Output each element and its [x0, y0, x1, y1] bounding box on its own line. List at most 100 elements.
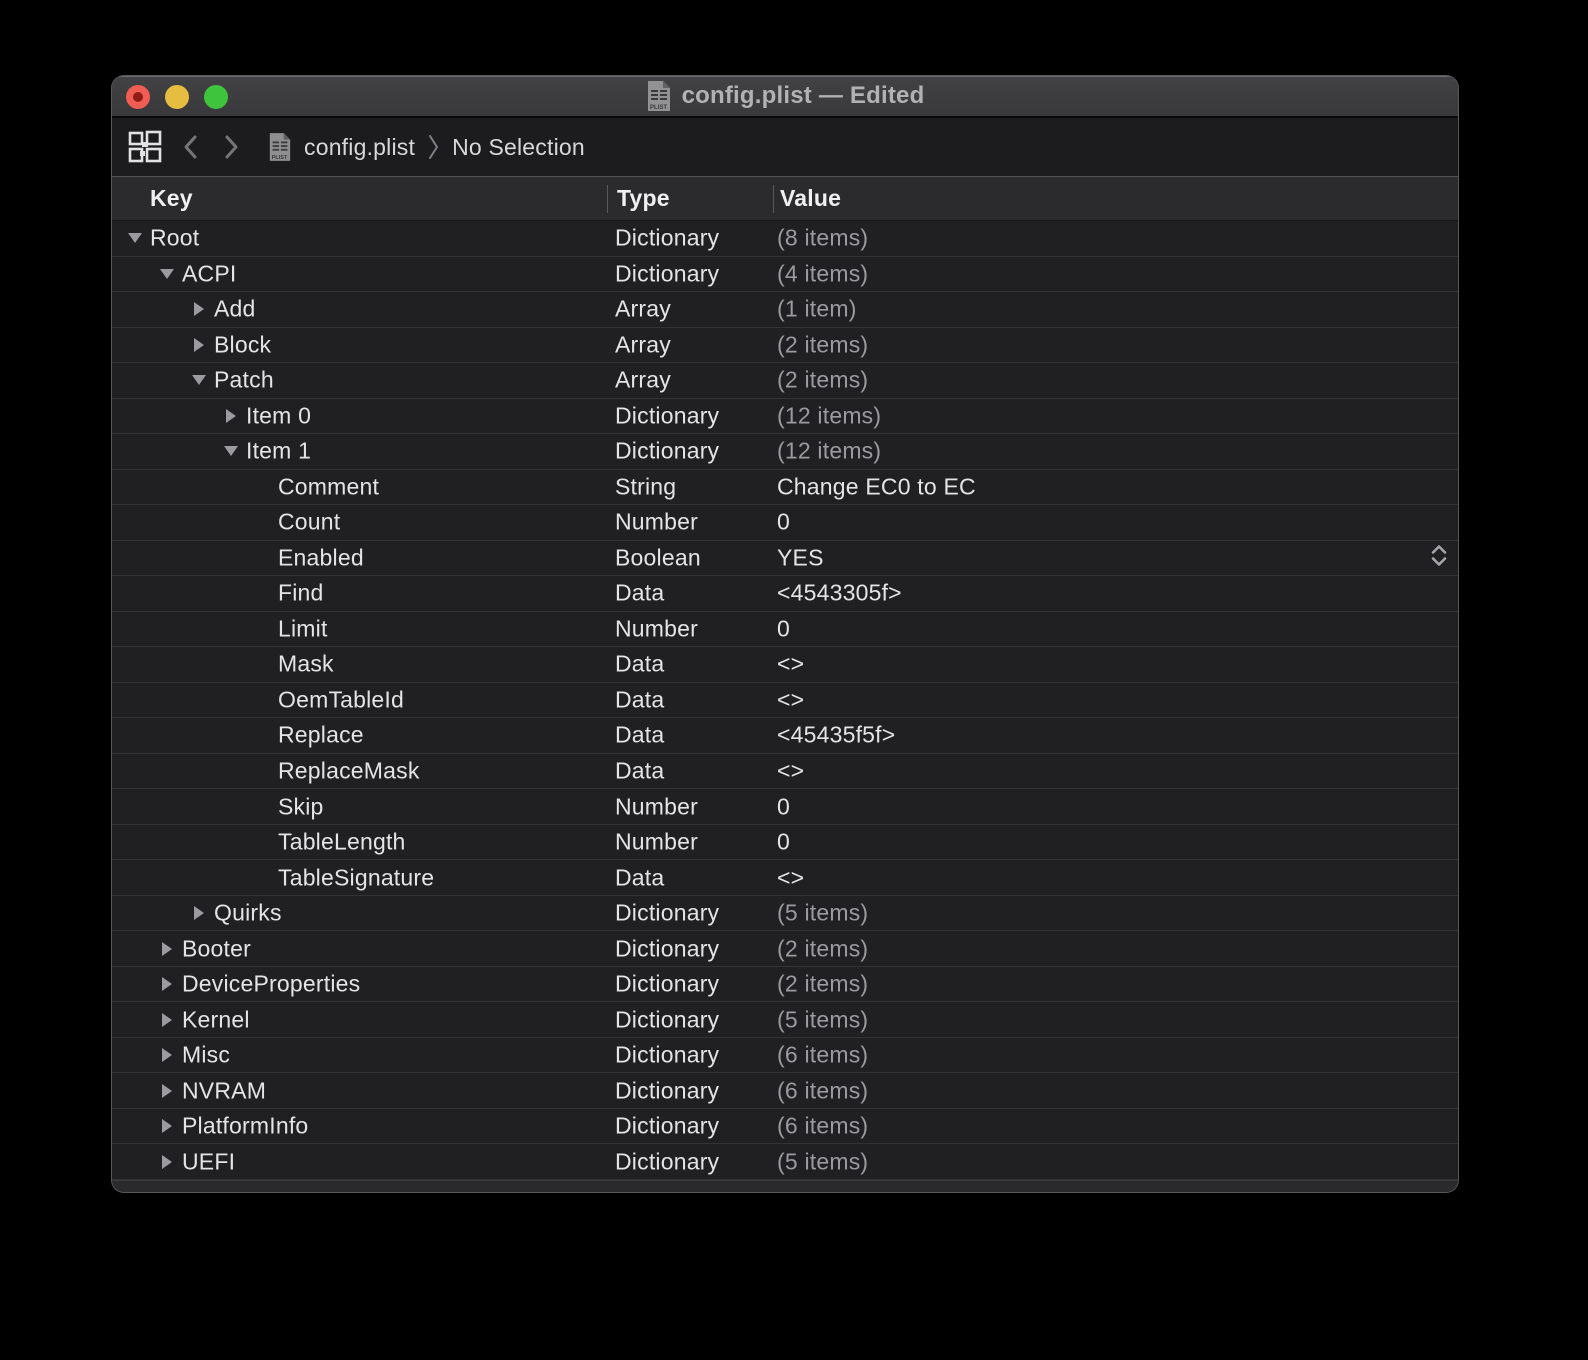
- table-row[interactable]: DevicePropertiesDictionary(2 items): [112, 967, 1458, 1003]
- svg-text:PLIST: PLIST: [650, 105, 667, 111]
- column-divider[interactable]: [773, 185, 774, 213]
- row-type: Data: [615, 757, 664, 784]
- back-button[interactable]: [174, 133, 208, 161]
- table-row[interactable]: CountNumber0: [112, 505, 1458, 541]
- forward-button[interactable]: [214, 133, 248, 161]
- row-key: Mask: [278, 651, 334, 678]
- chevron-right-icon: [221, 133, 241, 161]
- row-type: Dictionary: [615, 225, 719, 252]
- row-key: Block: [214, 331, 271, 358]
- row-value: (12 items): [777, 438, 881, 465]
- disclosure-triangle-closed[interactable]: [192, 338, 206, 352]
- row-value: (2 items): [777, 367, 868, 394]
- disclosure-triangle-closed[interactable]: [160, 1048, 174, 1062]
- table-header: Key Type Value: [112, 176, 1458, 221]
- row-value: (2 items): [777, 331, 868, 358]
- row-key: Comment: [278, 473, 379, 500]
- table-row[interactable]: BlockArray(2 items): [112, 328, 1458, 364]
- disclosure-triangle-closed[interactable]: [160, 1119, 174, 1133]
- row-type: Dictionary: [615, 402, 719, 429]
- disclosure-triangle-open[interactable]: [224, 444, 238, 458]
- row-value: <45435f5f>: [777, 722, 895, 749]
- table-row[interactable]: BooterDictionary(2 items): [112, 931, 1458, 967]
- row-type: String: [615, 473, 676, 500]
- table-row[interactable]: NVRAMDictionary(6 items): [112, 1073, 1458, 1109]
- disclosure-triangle-closed[interactable]: [192, 302, 206, 316]
- row-key: Replace: [278, 722, 364, 749]
- row-key: Find: [278, 580, 324, 607]
- row-type: Dictionary: [615, 1077, 719, 1104]
- row-key: Root: [150, 225, 199, 252]
- table-row[interactable]: EnabledBooleanYES: [112, 541, 1458, 577]
- table-row[interactable]: TableLengthNumber0: [112, 825, 1458, 861]
- table-row[interactable]: AddArray(1 item): [112, 292, 1458, 328]
- chevron-left-icon: [181, 133, 201, 161]
- row-value: <>: [777, 864, 804, 891]
- row-key: Item 1: [246, 438, 311, 465]
- row-value: (5 items): [777, 1148, 868, 1175]
- column-header-type[interactable]: Type: [617, 177, 670, 220]
- table-row[interactable]: MaskData<>: [112, 647, 1458, 683]
- row-value: <>: [777, 757, 804, 784]
- disclosure-triangle-open[interactable]: [160, 267, 174, 281]
- row-key: Misc: [182, 1042, 230, 1069]
- disclosure-triangle-open[interactable]: [192, 373, 206, 387]
- column-header-key[interactable]: Key: [150, 177, 193, 220]
- table-row[interactable]: QuirksDictionary(5 items): [112, 896, 1458, 932]
- disclosure-triangle-closed[interactable]: [160, 1084, 174, 1098]
- table-row[interactable]: LimitNumber0: [112, 612, 1458, 648]
- disclosure-triangle-closed[interactable]: [192, 906, 206, 920]
- table-row[interactable]: KernelDictionary(5 items): [112, 1002, 1458, 1038]
- titlebar[interactable]: PLIST config.plist — Edited: [112, 76, 1458, 118]
- row-key: UEFI: [182, 1148, 235, 1175]
- table-row[interactable]: Item 1Dictionary(12 items): [112, 434, 1458, 470]
- disclosure-triangle-open[interactable]: [128, 231, 142, 245]
- table-row[interactable]: RootDictionary(8 items): [112, 221, 1458, 257]
- table-row[interactable]: PatchArray(2 items): [112, 363, 1458, 399]
- table-row[interactable]: MiscDictionary(6 items): [112, 1038, 1458, 1074]
- row-value: (6 items): [777, 1113, 868, 1140]
- row-key: Enabled: [278, 544, 364, 571]
- row-value: 0: [777, 793, 790, 820]
- window-bottom-bar: [112, 1180, 1458, 1192]
- column-header-value[interactable]: Value: [780, 177, 841, 220]
- row-value: (12 items): [777, 402, 881, 429]
- table-row[interactable]: CommentStringChange EC0 to EC: [112, 470, 1458, 506]
- breadcrumb-selection[interactable]: No Selection: [452, 134, 585, 161]
- row-key: ReplaceMask: [278, 757, 420, 784]
- row-type: Dictionary: [615, 1148, 719, 1175]
- boolean-stepper[interactable]: [1428, 541, 1450, 574]
- row-type: Dictionary: [615, 971, 719, 998]
- plist-document-icon: PLIST: [646, 80, 672, 112]
- table-row[interactable]: ACPIDictionary(4 items): [112, 257, 1458, 293]
- disclosure-triangle-closed[interactable]: [160, 942, 174, 956]
- row-value: (4 items): [777, 260, 868, 287]
- table-row[interactable]: UEFI Dictionary (5 items): [112, 1144, 1458, 1180]
- row-type: Number: [615, 615, 698, 642]
- row-key: Booter: [182, 935, 251, 962]
- table-row[interactable]: OemTableIdData<>: [112, 683, 1458, 719]
- row-value: <>: [777, 686, 804, 713]
- row-value: (6 items): [777, 1077, 868, 1104]
- column-divider[interactable]: [607, 185, 608, 213]
- row-key: Patch: [214, 367, 274, 394]
- disclosure-triangle-closed[interactable]: [224, 409, 238, 423]
- table-row[interactable]: FindData<4543305f>: [112, 576, 1458, 612]
- table-row[interactable]: ReplaceMask Data <>: [112, 754, 1458, 790]
- table-row[interactable]: PlatformInfoDictionary(6 items): [112, 1109, 1458, 1145]
- row-key: ACPI: [182, 260, 236, 287]
- table-row[interactable]: TableSignatureData<>: [112, 860, 1458, 896]
- breadcrumb-file[interactable]: config.plist: [304, 134, 415, 161]
- row-type: Data: [615, 722, 664, 749]
- row-type: Data: [615, 864, 664, 891]
- disclosure-triangle-closed[interactable]: [160, 1013, 174, 1027]
- related-items-button[interactable]: [122, 128, 168, 166]
- row-type: Data: [615, 686, 664, 713]
- table-row[interactable]: Replace Data <45435f5f>: [112, 718, 1458, 754]
- row-type: Dictionary: [615, 1042, 719, 1069]
- row-value: 0: [777, 829, 790, 856]
- table-row[interactable]: SkipNumber0: [112, 789, 1458, 825]
- disclosure-triangle-closed[interactable]: [160, 977, 174, 991]
- table-row[interactable]: Item 0Dictionary(12 items): [112, 399, 1458, 435]
- disclosure-triangle-closed[interactable]: [160, 1155, 174, 1169]
